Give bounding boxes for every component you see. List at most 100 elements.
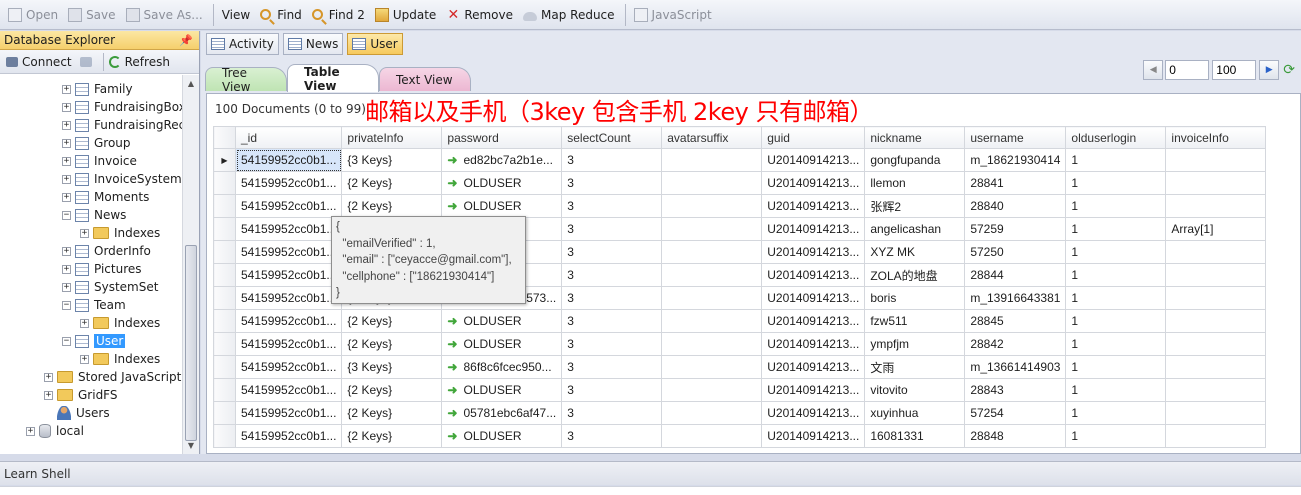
table-cell[interactable]: 1	[1065, 263, 1167, 287]
tree-node-team-indexes[interactable]: + Indexes	[80, 314, 160, 332]
column-header-olduserlogin[interactable]: olduserlogin	[1065, 126, 1167, 149]
table-cell[interactable]	[661, 309, 763, 333]
table-cell[interactable]	[1165, 171, 1267, 195]
table-row[interactable]: 54159952cc0b1... {2 Keys} ➜ 05781ebc6af47..…	[213, 401, 1267, 425]
tab-table-view[interactable]: Table View	[287, 64, 379, 93]
expand-icon[interactable]: +	[62, 102, 71, 112]
table-cell[interactable]: {2 Keys}	[341, 171, 443, 195]
learn-shell-bar[interactable]: Learn Shell	[0, 461, 1301, 485]
table-cell[interactable]	[661, 148, 763, 172]
row-header[interactable]	[213, 309, 236, 333]
row-header[interactable]	[213, 240, 236, 264]
column-header-username[interactable]: username	[964, 126, 1067, 149]
table-cell[interactable]: {2 Keys}	[341, 309, 443, 333]
table-cell[interactable]: 1	[1065, 240, 1167, 264]
tree-node-invoice[interactable]: + Invoice	[62, 152, 137, 170]
table-cell[interactable]: U20140914213...	[761, 286, 866, 310]
scroll-up-icon[interactable]: ▲	[183, 75, 199, 92]
table-cell[interactable]: U20140914213...	[761, 309, 866, 333]
table-cell[interactable]: 文雨	[864, 355, 966, 379]
tree-node-news-indexes[interactable]: + Indexes	[80, 224, 160, 242]
javascript-button[interactable]: JavaScript	[630, 3, 716, 27]
table-cell[interactable]: 54159952cc0b1...	[234, 309, 343, 333]
view-button[interactable]: View	[218, 3, 254, 27]
table-cell[interactable]: U20140914213...	[761, 378, 866, 402]
save-as-button[interactable]: Save As...	[122, 3, 207, 27]
expand-icon[interactable]: +	[62, 84, 71, 94]
table-cell[interactable]: ➜ OLDUSER	[441, 378, 563, 402]
table-cell[interactable]: {2 Keys}	[341, 424, 443, 448]
table-cell[interactable]: 3	[561, 217, 663, 241]
table-cell[interactable]: 1	[1065, 355, 1167, 379]
table-cell[interactable]: ympfjm	[864, 332, 966, 356]
expand-icon[interactable]: +	[62, 282, 71, 292]
tree-node-user[interactable]: − User	[62, 332, 126, 350]
table-cell[interactable]: m_18621930414	[964, 148, 1067, 172]
table-cell[interactable]: ➜ OLDUSER	[441, 171, 563, 195]
table-cell[interactable]: m_13661414903	[964, 355, 1067, 379]
table-cell[interactable]: ➜ 05781ebc6af47...	[441, 401, 563, 425]
table-cell[interactable]: {2 Keys}	[341, 401, 443, 425]
shell-output-area[interactable]	[0, 486, 1301, 495]
table-cell[interactable]	[1165, 286, 1267, 310]
table-cell[interactable]: U20140914213...	[761, 355, 866, 379]
open-button[interactable]: Open	[4, 3, 62, 27]
expand-icon[interactable]: +	[44, 390, 53, 400]
table-cell[interactable]: 28840	[964, 194, 1067, 218]
column-header-invoiceinfo[interactable]: invoiceInfo	[1165, 126, 1267, 149]
table-cell[interactable]: angelicashan	[864, 217, 966, 241]
table-cell[interactable]: 3	[561, 378, 663, 402]
tab-text-view[interactable]: Text View	[379, 67, 471, 91]
table-cell[interactable]: 1	[1065, 194, 1167, 218]
table-cell[interactable]: 1	[1065, 309, 1167, 333]
table-cell[interactable]	[661, 263, 763, 287]
table-cell[interactable]: 1	[1065, 332, 1167, 356]
update-button[interactable]: Update	[371, 3, 440, 27]
column-header-nickname[interactable]: nickname	[864, 126, 966, 149]
table-cell[interactable]: fzw511	[864, 309, 966, 333]
table-cell[interactable]: ➜ OLDUSER	[441, 332, 563, 356]
table-cell[interactable]: m_13916643381	[964, 286, 1067, 310]
table-cell[interactable]: U20140914213...	[761, 424, 866, 448]
expand-icon[interactable]: +	[80, 354, 89, 364]
table-cell[interactable]: {2 Keys}	[341, 194, 443, 218]
table-cell[interactable]: 1	[1065, 424, 1167, 448]
table-cell[interactable]	[1165, 309, 1267, 333]
table-cell[interactable]: vitovito	[864, 378, 966, 402]
table-row[interactable]: 54159952cc0b1...{2 Keys} ➜ OLDUSER 3 U201409…	[213, 332, 1267, 356]
table-cell[interactable]: ➜ OLDUSER	[441, 309, 563, 333]
table-cell[interactable]	[1165, 378, 1267, 402]
table-cell[interactable]: U20140914213...	[761, 171, 866, 195]
collapse-icon[interactable]: −	[62, 336, 71, 346]
tree-node-gridfs[interactable]: + GridFS	[44, 386, 118, 404]
tree-node-local[interactable]: + local	[26, 422, 84, 440]
column-header-selectcount[interactable]: selectCount	[561, 126, 663, 149]
table-cell[interactable]	[661, 217, 763, 241]
refresh-page-icon[interactable]: ⟳	[1283, 62, 1295, 78]
table-cell[interactable]	[1165, 355, 1267, 379]
row-header[interactable]	[213, 332, 236, 356]
table-cell[interactable]	[661, 286, 763, 310]
table-cell[interactable]: xuyinhua	[864, 401, 966, 425]
previous-page-icon[interactable]: ◀	[1143, 60, 1164, 80]
table-cell[interactable]: 54159952cc0b1...	[234, 240, 343, 264]
column-header-guid[interactable]: guid	[761, 126, 866, 149]
tree-node-group[interactable]: + Group	[62, 134, 131, 152]
table-cell[interactable]: 1	[1065, 286, 1167, 310]
table-cell[interactable]: 57250	[964, 240, 1067, 264]
table-cell[interactable]: 3	[561, 424, 663, 448]
table-cell[interactable]: U20140914213...	[761, 194, 866, 218]
table-cell[interactable]: boris	[864, 286, 966, 310]
table-cell[interactable]: 3	[561, 240, 663, 264]
collapse-icon[interactable]: −	[62, 300, 71, 310]
table-cell[interactable]: U20140914213...	[761, 332, 866, 356]
column-header-avatarsuffix[interactable]: avatarsuffix	[661, 126, 763, 149]
table-cell[interactable]: 54159952cc0b1...	[234, 148, 343, 172]
table-cell[interactable]: 54159952cc0b1...	[234, 378, 343, 402]
scroll-down-icon[interactable]: ▼	[183, 437, 199, 454]
tree-node-family[interactable]: + Family	[62, 80, 133, 98]
table-cell[interactable]: 1	[1065, 148, 1167, 172]
table-cell[interactable]: 28841	[964, 171, 1067, 195]
collapse-icon[interactable]: −	[62, 210, 71, 220]
row-header[interactable]	[213, 263, 236, 287]
